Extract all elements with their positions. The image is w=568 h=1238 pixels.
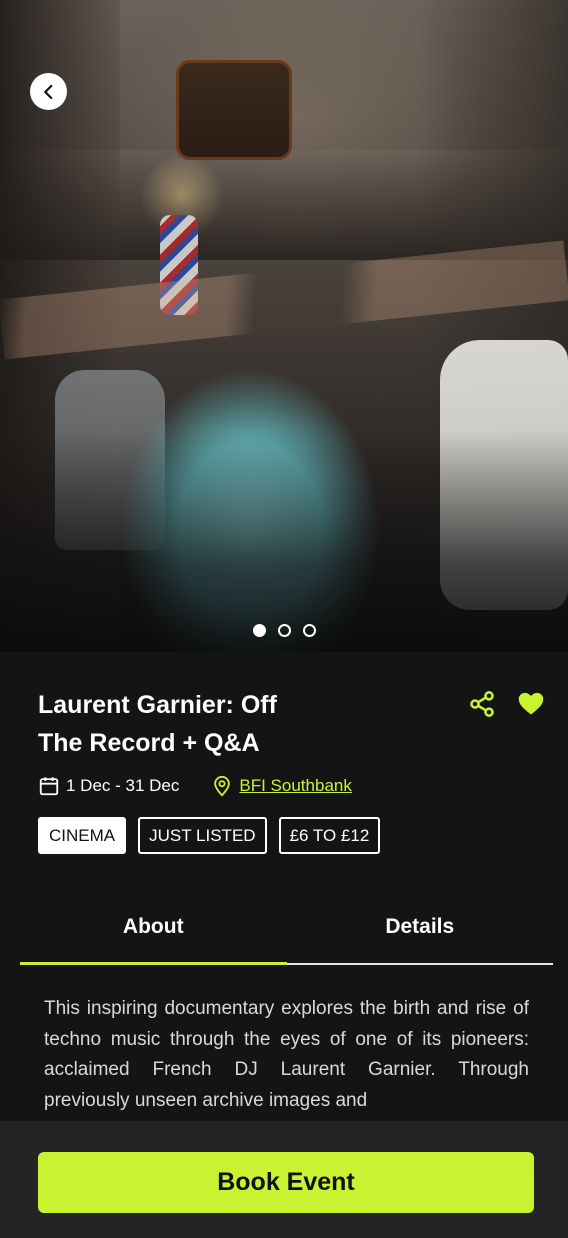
share-button[interactable] (468, 690, 496, 718)
chevron-left-icon (43, 84, 52, 99)
back-button[interactable] (30, 73, 67, 110)
tag-cinema[interactable]: CINEMA (38, 817, 127, 854)
location-pin-icon (214, 775, 231, 797)
event-date: 1 Dec - 31 Dec (66, 776, 180, 795)
carousel-dot[interactable] (252, 624, 266, 637)
tab-details[interactable]: Details (286, 905, 553, 965)
favorite-button[interactable] (517, 690, 545, 718)
share-icon (470, 691, 494, 717)
event-location[interactable]: BFI Southbank (211, 775, 352, 797)
about-text: This inspiring documentary explores the … (44, 998, 529, 1111)
event-title: Laurent Garnier: Off The Record + Q&A (38, 686, 338, 762)
tab-details-label: Details (385, 915, 455, 938)
tag-price[interactable]: £6 TO £12 (278, 817, 381, 854)
heart-icon (518, 692, 544, 715)
carousel-dot[interactable] (277, 624, 291, 637)
event-title-line1: Laurent Garnier: Off (38, 691, 277, 719)
tag-just-listed[interactable]: JUST LISTED (138, 817, 267, 854)
carousel-dot[interactable] (302, 624, 316, 637)
event-title-line2: The Record + Q&A (38, 729, 260, 757)
tag-list: CINEMA JUST LISTED £6 TO £12 (38, 817, 381, 854)
tab-about[interactable]: About (20, 905, 287, 965)
hero-image (0, 0, 568, 652)
tab-about-label: About (122, 915, 184, 938)
tab-bar: About Details (20, 905, 553, 965)
calendar-icon (39, 777, 59, 796)
venue-link[interactable]: BFI Southbank (239, 776, 351, 796)
book-event-button[interactable]: Book Event (38, 1152, 534, 1213)
event-meta: 1 Dec - 31 Dec BFI Southbank (38, 772, 352, 800)
carousel-indicator (0, 624, 568, 637)
